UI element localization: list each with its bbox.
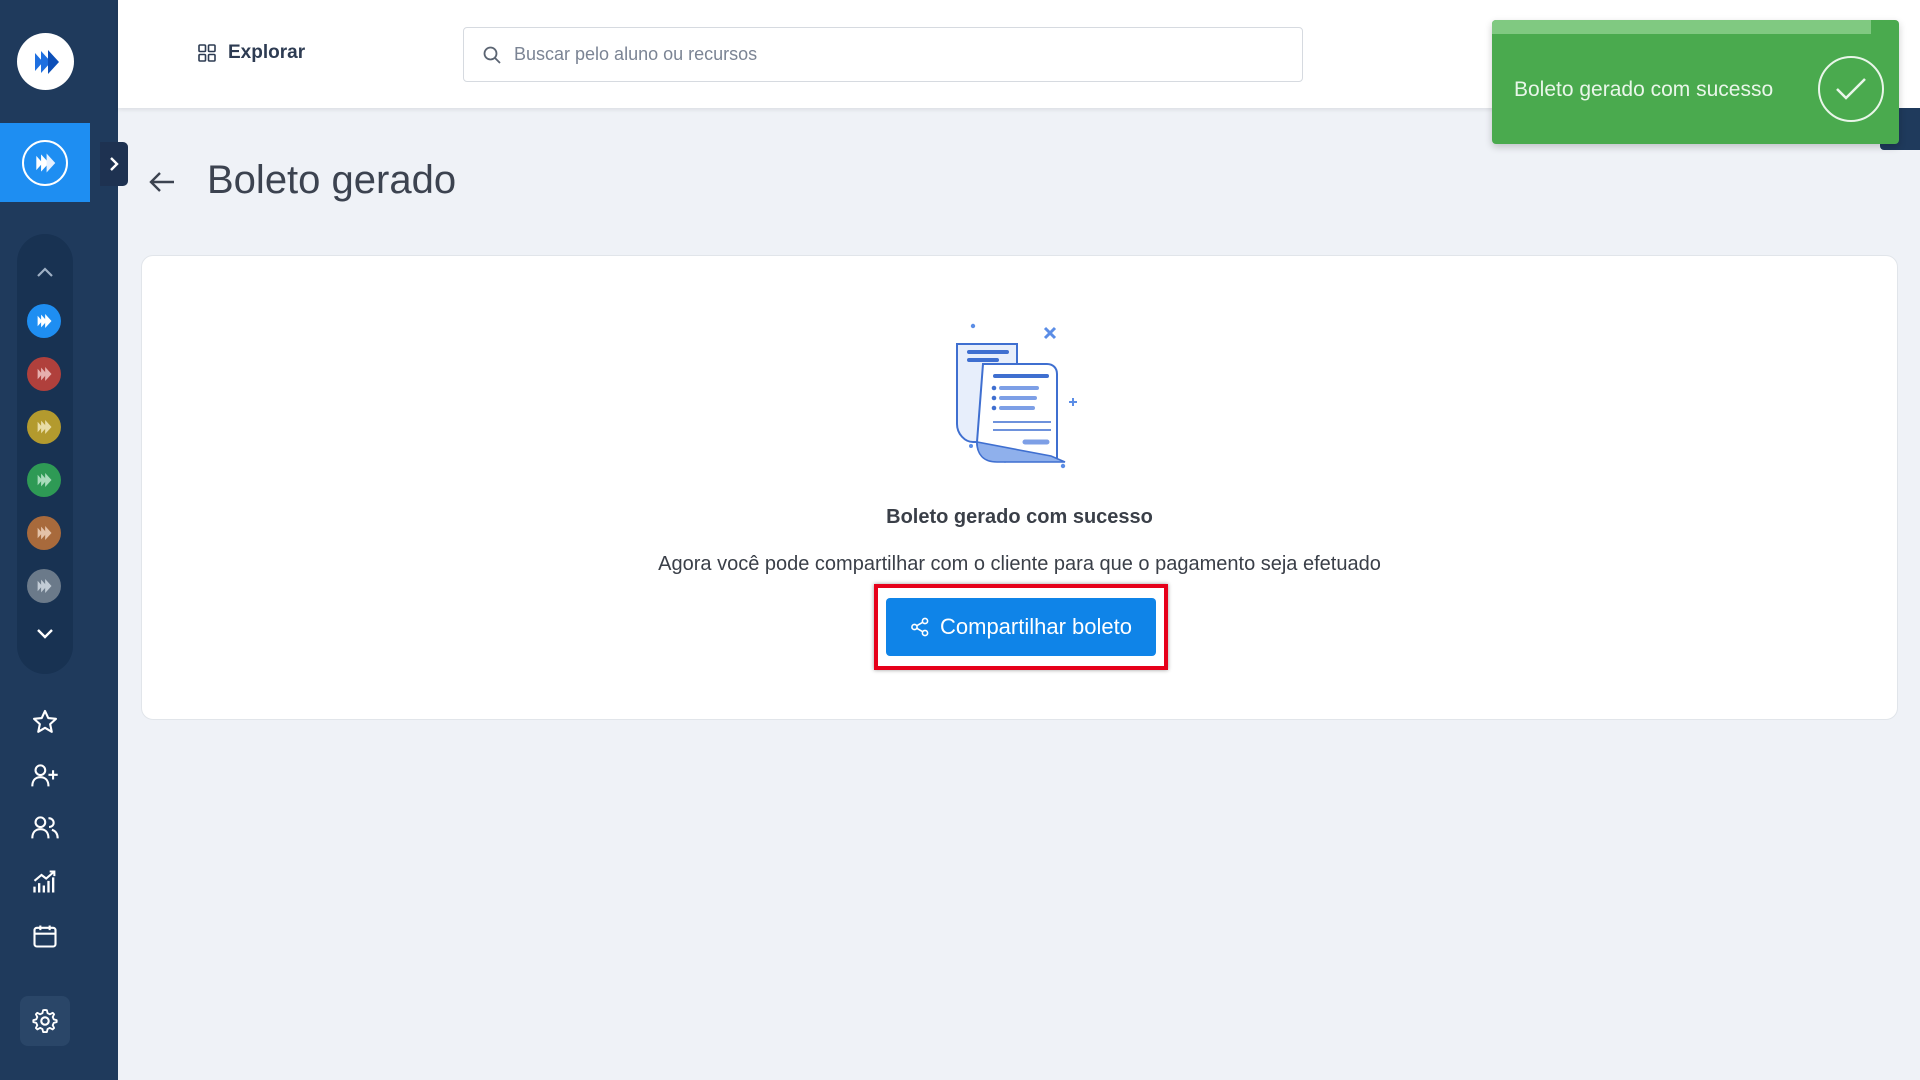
settings-button[interactable] xyxy=(20,996,70,1046)
calendar-icon[interactable] xyxy=(27,918,63,954)
chart-icon[interactable] xyxy=(27,864,63,900)
add-user-icon[interactable] xyxy=(27,758,63,794)
share-icon xyxy=(911,617,929,637)
toast-message: Boleto gerado com sucesso xyxy=(1514,78,1774,101)
search-input[interactable] xyxy=(514,44,1274,65)
explore-button[interactable]: Explorar xyxy=(198,42,305,64)
star-icon[interactable] xyxy=(27,704,63,740)
check-icon xyxy=(1818,56,1884,122)
page-title: Boleto gerado xyxy=(207,158,457,202)
search-icon xyxy=(483,46,501,64)
unit-3-icon[interactable] xyxy=(27,410,61,444)
chevron-down-icon[interactable] xyxy=(33,622,57,646)
unit-4-icon[interactable] xyxy=(27,463,61,497)
unit-switcher xyxy=(17,234,73,674)
unit-5-icon[interactable] xyxy=(27,516,61,550)
back-button[interactable] xyxy=(148,168,176,196)
grid-icon xyxy=(198,44,216,62)
brand-logo-icon[interactable] xyxy=(17,33,74,90)
unit-6-icon[interactable] xyxy=(27,569,61,603)
unit-1-icon[interactable] xyxy=(27,304,61,338)
toast-progress-bar xyxy=(1492,20,1871,34)
arrow-left-icon xyxy=(149,172,174,192)
share-button-highlight: Compartilhar boleto xyxy=(874,584,1168,670)
chevron-right-icon xyxy=(110,157,119,171)
explore-label: Explorar xyxy=(228,42,306,63)
success-card: Boleto gerado com sucesso Agora você pod… xyxy=(141,255,1898,720)
success-title: Boleto gerado com sucesso xyxy=(886,506,1153,528)
brand-icon xyxy=(22,139,68,186)
invoice-illustration-icon xyxy=(956,323,1077,469)
unit-2-icon[interactable] xyxy=(27,357,61,391)
users-icon[interactable] xyxy=(27,810,63,846)
search-box xyxy=(463,27,1303,82)
success-description: Agora você pode compartilhar com o clien… xyxy=(658,553,1381,575)
success-toast[interactable]: Boleto gerado com sucesso xyxy=(1492,20,1899,144)
active-unit-button[interactable] xyxy=(0,123,90,202)
share-button-label: Compartilhar boleto xyxy=(940,614,1132,639)
gear-icon xyxy=(32,1008,58,1034)
share-boleto-button[interactable]: Compartilhar boleto xyxy=(886,598,1156,656)
chevron-up-icon[interactable] xyxy=(33,260,57,284)
expand-sidebar-button[interactable] xyxy=(100,142,128,186)
